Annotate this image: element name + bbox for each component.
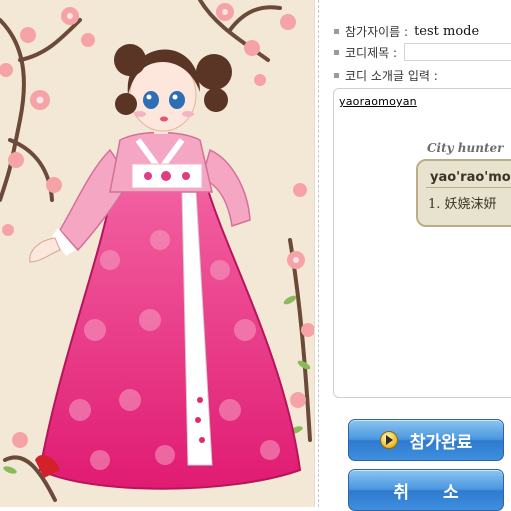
title-label: 코디제목 : [345,45,398,60]
participant-row: 참가자이름 : test mode [334,22,479,40]
participant-name: test mode [414,23,480,39]
intro-textarea[interactable]: yaoraomoyan City hunter yao'rao'mo' 1. 妖… [333,88,511,398]
cancel-button[interactable]: 취 소 [348,469,504,511]
hanbok-girl-artwork [0,0,314,502]
card-item: 1. 妖娆沫妍 [428,197,497,212]
panel-divider [318,0,319,507]
card-divider [426,187,511,188]
bullet-icon [334,28,339,34]
card-name: yao'rao'mo' [430,170,511,185]
bullet-icon [334,72,339,78]
cancel-button-label: 취 소 [393,482,473,503]
mouth [160,116,168,122]
title-input[interactable] [404,43,511,61]
title-row: 코디제목 : [334,43,397,61]
submit-button[interactable]: 참가완료 [348,419,504,461]
participant-label: 참가자이름 : [345,24,409,39]
intro-label: 코디 소개글 입력 : [345,68,438,83]
bullet-icon [334,49,339,55]
arrow-right-icon [379,431,398,449]
card-title: City hunter [427,141,504,155]
submit-button-label: 참가완료 [409,432,473,453]
hand [29,237,61,263]
intro-text-value: yaoraomoyan [339,95,417,108]
intro-row: 코디 소개글 입력 : [334,66,438,84]
character-illustration [0,0,315,507]
card-box: yao'rao'mo' 1. 妖娆沫妍 [416,159,511,227]
